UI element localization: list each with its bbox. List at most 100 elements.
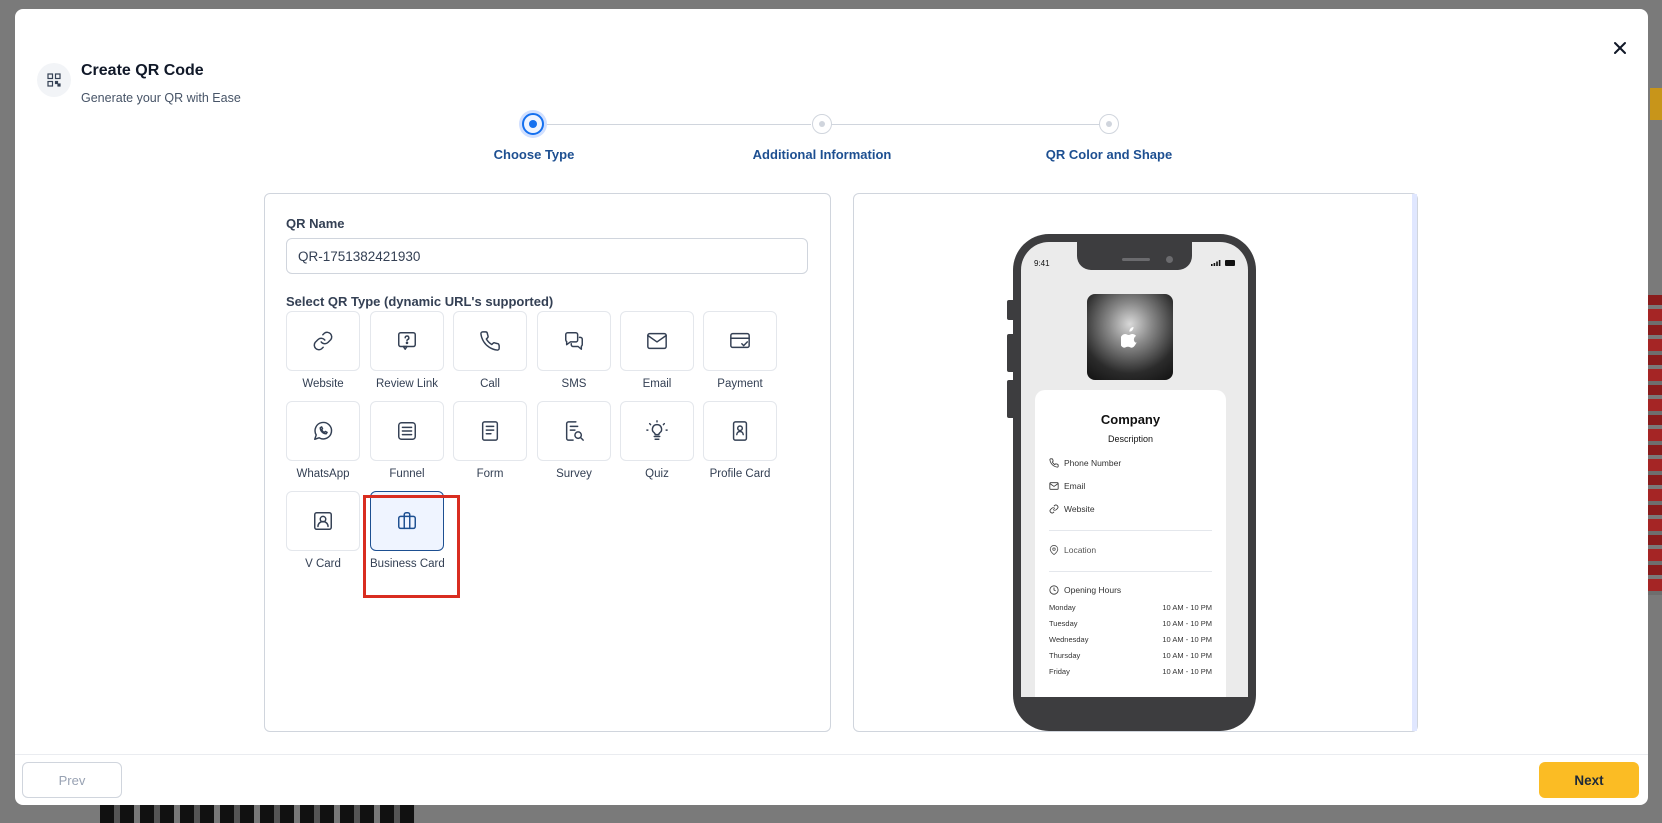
qr-type-label: SMS bbox=[561, 378, 587, 390]
close-icon[interactable] bbox=[1607, 35, 1633, 61]
qr-type-payment[interactable]: Payment bbox=[703, 311, 777, 390]
survey-icon bbox=[565, 421, 584, 441]
prev-button[interactable]: Prev bbox=[22, 762, 122, 798]
preview-phone-row: Phone Number bbox=[1049, 458, 1121, 468]
phone-icon bbox=[480, 331, 500, 351]
preview-divider bbox=[1049, 530, 1212, 531]
location-pin-icon bbox=[1049, 545, 1059, 555]
qr-type-website[interactable]: Website bbox=[286, 311, 360, 390]
whatsapp-icon bbox=[314, 421, 333, 440]
qr-type-label: Review Link bbox=[376, 378, 438, 390]
stepper-line-1 bbox=[524, 124, 811, 125]
hours-day: Wednesday bbox=[1049, 635, 1089, 644]
battery-icon bbox=[1225, 260, 1235, 266]
step-label-qr-color[interactable]: QR Color and Shape bbox=[1046, 147, 1172, 162]
card-icon bbox=[730, 332, 750, 349]
step-label-choose-type[interactable]: Choose Type bbox=[494, 147, 575, 162]
qr-type-label: Website bbox=[302, 378, 344, 390]
profile-card-icon bbox=[732, 421, 748, 441]
qr-type-label: Quiz bbox=[645, 468, 669, 480]
review-icon bbox=[398, 332, 416, 350]
qr-name-input[interactable] bbox=[286, 238, 808, 274]
mail-icon bbox=[1049, 482, 1059, 490]
link-icon bbox=[313, 331, 333, 351]
qr-type-sms[interactable]: SMS bbox=[537, 311, 611, 390]
phone-mockup: 9:41 Company Description Phone Number Em… bbox=[1007, 234, 1256, 731]
vcard-icon bbox=[314, 512, 332, 530]
phone-side-button bbox=[1007, 380, 1013, 418]
hours-row: Wednesday 10 AM - 10 PM bbox=[1049, 635, 1212, 644]
qr-type-call[interactable]: Call bbox=[453, 311, 527, 390]
phone-icon bbox=[1049, 458, 1059, 468]
qr-type-tile[interactable] bbox=[286, 491, 360, 551]
hours-row: Thursday 10 AM - 10 PM bbox=[1049, 651, 1212, 660]
selected-type-highlight bbox=[363, 495, 460, 598]
qr-type-tile[interactable] bbox=[537, 401, 611, 461]
qr-type-label: Select QR Type (dynamic URL's supported) bbox=[286, 294, 554, 309]
speaker-grille bbox=[1122, 258, 1150, 261]
phone-screen: 9:41 Company Description Phone Number Em… bbox=[1021, 242, 1248, 697]
preview-email-text: Email bbox=[1064, 481, 1086, 491]
camera-dot bbox=[1166, 256, 1173, 263]
qr-type-tile[interactable] bbox=[370, 401, 444, 461]
preview-company: Company bbox=[1100, 412, 1161, 427]
next-button[interactable]: Next bbox=[1539, 762, 1639, 798]
modal-subtitle: Generate your QR with Ease bbox=[81, 91, 241, 105]
qr-type-tile[interactable] bbox=[703, 311, 777, 371]
mail-icon bbox=[647, 332, 667, 350]
qr-type-label: Funnel bbox=[389, 468, 425, 480]
qr-type-funnel[interactable]: Funnel bbox=[370, 401, 444, 480]
qr-type-tile[interactable] bbox=[620, 401, 694, 461]
qr-type-tile[interactable] bbox=[537, 311, 611, 371]
qr-type-label: Survey bbox=[556, 468, 592, 480]
hours-time: 10 AM - 10 PM bbox=[1162, 651, 1212, 660]
hours-row: Tuesday 10 AM - 10 PM bbox=[1049, 619, 1212, 628]
preview-scrollbar[interactable] bbox=[1412, 194, 1417, 731]
qr-type-quiz[interactable]: Quiz bbox=[620, 401, 694, 480]
hours-day: Friday bbox=[1049, 667, 1070, 676]
preview-phone-text: Phone Number bbox=[1064, 458, 1122, 468]
qr-type-tile[interactable] bbox=[453, 311, 527, 371]
hours-row: Monday 10 AM - 10 PM bbox=[1049, 603, 1212, 612]
preview-hours-title: Opening Hours bbox=[1064, 585, 1122, 595]
status-icons bbox=[1211, 260, 1236, 266]
preview-website-text: Website bbox=[1064, 504, 1095, 514]
company-logo bbox=[1087, 294, 1173, 380]
preview-email-row: Email bbox=[1049, 481, 1085, 491]
qr-type-tile[interactable] bbox=[286, 401, 360, 461]
qr-type-email[interactable]: Email bbox=[620, 311, 694, 390]
qr-type-label: Profile Card bbox=[709, 468, 771, 480]
hours-time: 10 AM - 10 PM bbox=[1162, 667, 1212, 676]
qr-type-tile[interactable] bbox=[620, 311, 694, 371]
apple-logo-icon bbox=[1121, 327, 1137, 348]
preview-divider bbox=[1049, 571, 1212, 572]
chat-icon bbox=[565, 332, 583, 350]
qr-type-profile-card[interactable]: Profile Card bbox=[703, 401, 777, 480]
qr-type-label: V Card bbox=[305, 558, 341, 570]
step-dot-qr-color[interactable] bbox=[1099, 114, 1119, 134]
qr-type-label: Email bbox=[642, 378, 672, 390]
bulb-icon bbox=[646, 420, 668, 440]
qr-type-review-link[interactable]: Review Link bbox=[370, 311, 444, 390]
preview-location-text: Location bbox=[1064, 545, 1097, 555]
hours-time: 10 AM - 10 PM bbox=[1162, 603, 1212, 612]
step-dot-choose-type[interactable] bbox=[522, 113, 544, 135]
qr-type-label: Call bbox=[480, 378, 500, 390]
qr-type-tile[interactable] bbox=[453, 401, 527, 461]
hours-row: Friday 10 AM - 10 PM bbox=[1049, 667, 1212, 676]
qr-type-survey[interactable]: Survey bbox=[537, 401, 611, 480]
qr-name-label: QR Name bbox=[286, 216, 345, 231]
business-card-preview: Company Description Phone Number Email W… bbox=[1035, 390, 1226, 697]
qr-type-tile[interactable] bbox=[370, 311, 444, 371]
step-label-additional-info[interactable]: Additional Information bbox=[753, 147, 892, 162]
background-yellow-tab bbox=[1650, 88, 1662, 120]
qr-type-v-card[interactable]: V Card bbox=[286, 491, 360, 570]
qr-type-tile[interactable] bbox=[286, 311, 360, 371]
qr-type-tile[interactable] bbox=[703, 401, 777, 461]
qr-icon bbox=[37, 63, 71, 97]
qr-type-form[interactable]: Form bbox=[453, 401, 527, 480]
background-qr-fragment bbox=[1648, 295, 1662, 595]
step-dot-additional-info[interactable] bbox=[812, 114, 832, 134]
qr-type-whatsapp[interactable]: WhatsApp bbox=[286, 401, 360, 480]
hours-time: 10 AM - 10 PM bbox=[1162, 635, 1212, 644]
